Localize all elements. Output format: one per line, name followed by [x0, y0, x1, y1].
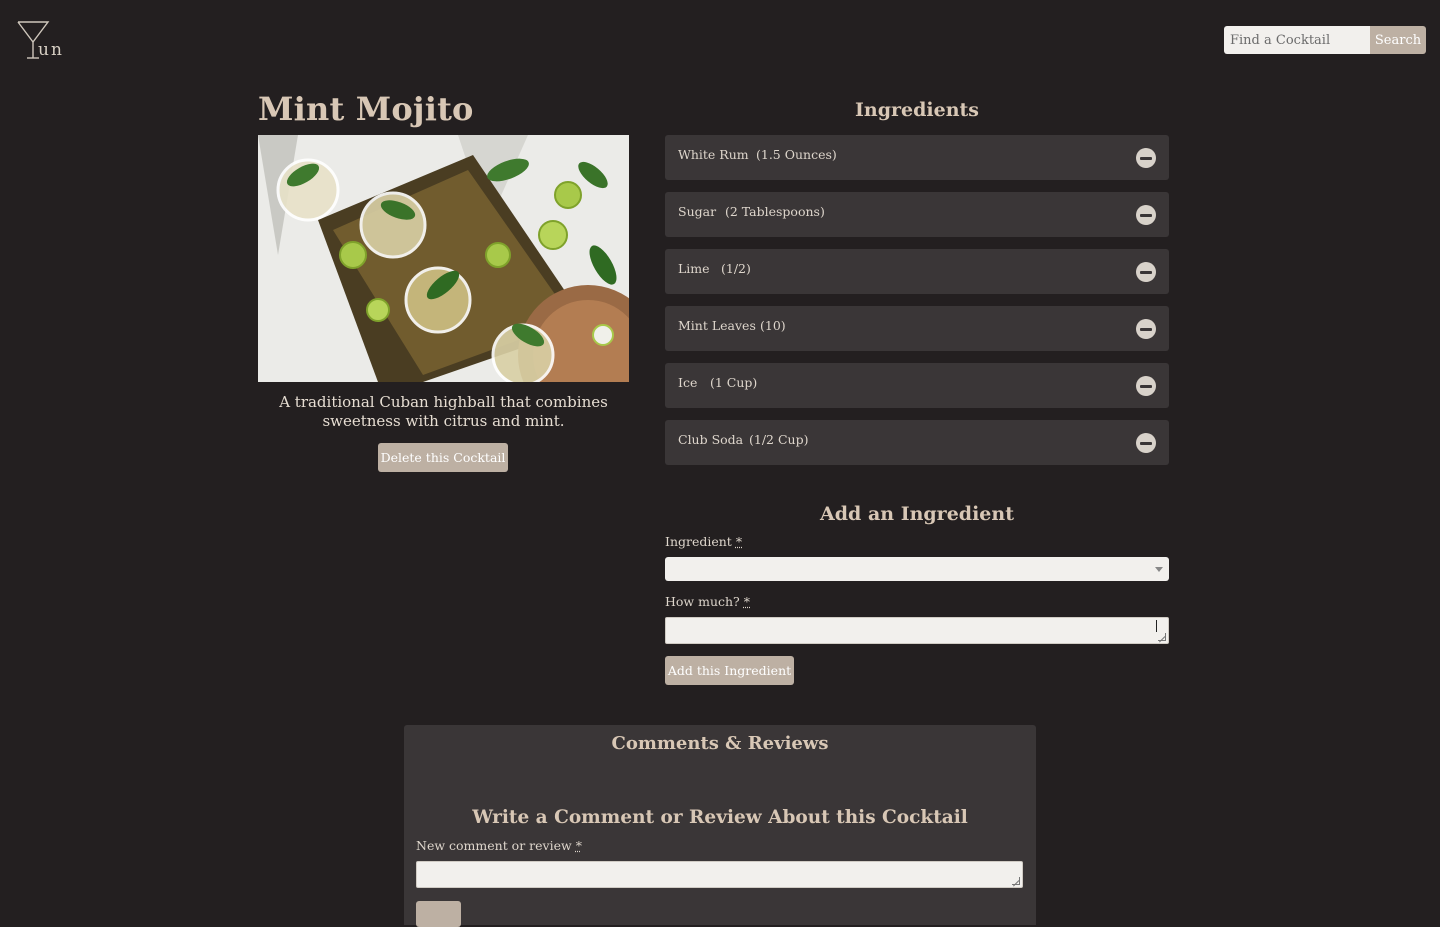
comment-field-label: New comment or review * [416, 838, 582, 853]
comments-heading: Comments & Reviews [611, 733, 829, 754]
ingredient-quantity: (10) [760, 318, 786, 333]
required-mark: * [575, 838, 582, 853]
amount-field-label: How much? * [665, 594, 750, 609]
logo-text: un [38, 40, 64, 60]
write-comment-heading: Write a Comment or Review About this Coc… [472, 807, 968, 828]
amount-label-text: How much? [665, 594, 740, 609]
cocktail-description: A traditional Cuban highball that combin… [279, 393, 608, 430]
ingredient-name: Club Soda [678, 432, 744, 447]
cocktail-image [258, 135, 629, 382]
ingredient-row: Mint Leaves (10) [665, 306, 1169, 351]
ingredient-name: White Rum [678, 147, 749, 162]
ingredient-select[interactable] [665, 557, 1169, 581]
resize-handle-icon[interactable] [1012, 877, 1020, 885]
submit-comment-button[interactable] [416, 901, 461, 927]
comment-textarea[interactable] [416, 861, 1023, 888]
remove-ingredient-icon[interactable] [1136, 376, 1156, 396]
remove-ingredient-icon[interactable] [1136, 433, 1156, 453]
ingredient-row: Sugar (2 Tablespoons) [665, 192, 1169, 237]
required-mark: * [743, 594, 750, 609]
search-form: Search [1224, 26, 1426, 54]
required-mark: * [735, 534, 743, 549]
remove-ingredient-icon[interactable] [1136, 205, 1156, 225]
chevron-down-icon [1155, 567, 1163, 572]
add-ingredient-heading: Add an Ingredient [820, 503, 1014, 525]
ingredients-heading: Ingredients [855, 99, 979, 121]
remove-ingredient-icon[interactable] [1136, 319, 1156, 339]
remove-ingredient-icon[interactable] [1136, 148, 1156, 168]
delete-cocktail-button[interactable]: Delete this Cocktail [378, 443, 508, 472]
search-input[interactable] [1224, 26, 1370, 54]
cocktail-title: Mint Mojito [258, 90, 474, 128]
ingredient-row: Club Soda (1/2 Cup) [665, 420, 1169, 465]
ingredient-label-text: Ingredient [665, 534, 732, 549]
ingredient-row: White Rum (1.5 Ounces) [665, 135, 1169, 180]
ingredient-name: Sugar [678, 204, 717, 219]
add-ingredient-button[interactable]: Add this Ingredient [665, 656, 794, 685]
comments-panel: Comments & Reviews Write a Comment or Re… [404, 725, 1036, 927]
ingredient-row: Lime (1/2) [665, 249, 1169, 294]
ingredient-quantity: (1.5 Ounces) [756, 147, 837, 162]
resize-handle-icon[interactable] [1158, 633, 1166, 641]
ingredient-name: Ice [678, 375, 698, 390]
comment-label-text: New comment or review [416, 838, 572, 853]
remove-ingredient-icon[interactable] [1136, 262, 1156, 282]
text-caret [1156, 620, 1157, 632]
ingredient-list: White Rum (1.5 Ounces) Sugar (2 Tablespo… [665, 135, 1169, 477]
ingredient-name: Lime [678, 261, 710, 276]
amount-textarea[interactable] [665, 617, 1169, 644]
ingredient-quantity: (1/2 Cup) [749, 432, 809, 447]
ingredient-quantity: (2 Tablespoons) [725, 204, 825, 219]
ingredient-quantity: (1 Cup) [710, 375, 758, 390]
ingredient-quantity: (1/2) [721, 261, 751, 276]
ingredient-row: Ice (1 Cup) [665, 363, 1169, 408]
ingredient-field-label: Ingredient * [665, 534, 742, 549]
search-button[interactable]: Search [1370, 26, 1426, 54]
ingredient-name: Mint Leaves [678, 318, 756, 333]
